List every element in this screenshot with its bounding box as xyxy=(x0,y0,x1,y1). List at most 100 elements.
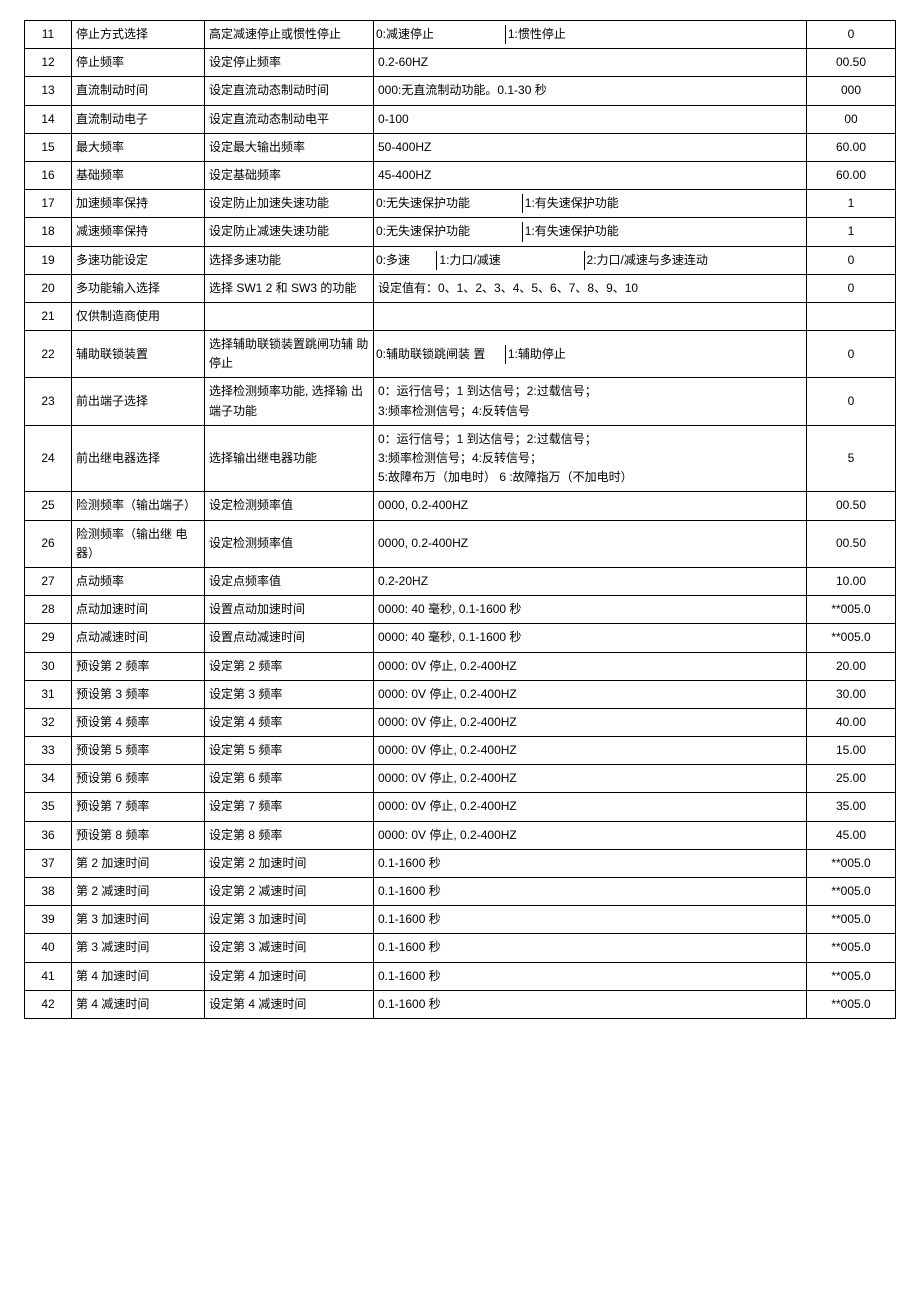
param-desc: 设定基础频率 xyxy=(205,161,374,189)
table-row: 30预设第 2 频率设定第 2 频率0000: 0V 停止, 0.2-400HZ… xyxy=(25,652,896,680)
param-range: 0：运行信号；1 到达信号；2:过载信号；3:频率检测信号；4:反转信号 xyxy=(374,378,807,425)
param-value: **005.0 xyxy=(807,596,896,624)
table-row: 37第 2 加速时间设定第 2 加速时间0.1-1600 秒**005.0 xyxy=(25,849,896,877)
table-row: 31预设第 3 频率设定第 3 频率0000: 0V 停止, 0.2-400HZ… xyxy=(25,680,896,708)
param-number: 22 xyxy=(25,331,72,378)
param-name: 直流制动时间 xyxy=(72,77,205,105)
table-row: 21仅供制造商使用 xyxy=(25,302,896,330)
param-name: 预设第 8 频率 xyxy=(72,821,205,849)
table-row: 16基础频率设定基础频率45-400HZ60.00 xyxy=(25,161,896,189)
param-range: 0:无失速保护功能1:有失速保护功能 xyxy=(374,218,807,246)
param-range xyxy=(374,302,807,330)
param-range: 45-400HZ xyxy=(374,161,807,189)
param-name: 前出继电器选择 xyxy=(72,425,205,492)
param-number: 42 xyxy=(25,990,72,1018)
param-name: 点动频率 xyxy=(72,567,205,595)
param-desc: 选择辅助联锁装置跳闸功辅 助停止 xyxy=(205,331,374,378)
table-row: 36预设第 8 频率设定第 8 频率0000: 0V 停止, 0.2-400HZ… xyxy=(25,821,896,849)
param-number: 20 xyxy=(25,274,72,302)
param-range-option: 2:力口/减速与多速连动 xyxy=(584,251,806,270)
param-name: 直流制动电子 xyxy=(72,105,205,133)
param-range: 0.2-20HZ xyxy=(374,567,807,595)
param-value: 20.00 xyxy=(807,652,896,680)
param-range-option: 1:惯性停止 xyxy=(505,25,806,44)
param-range: 0000: 0V 停止, 0.2-400HZ xyxy=(374,821,807,849)
param-name: 预设第 6 频率 xyxy=(72,765,205,793)
param-name: 险测频率（输出端子） xyxy=(72,492,205,520)
param-range: 0000: 40 毫秒, 0.1-1600 秒 xyxy=(374,596,807,624)
param-desc: 设定第 3 减速时间 xyxy=(205,934,374,962)
param-name: 第 2 加速时间 xyxy=(72,849,205,877)
param-range: 0000: 0V 停止, 0.2-400HZ xyxy=(374,680,807,708)
param-name: 预设第 4 频率 xyxy=(72,708,205,736)
param-value: **005.0 xyxy=(807,962,896,990)
table-row: 13直流制动时间设定直流动态制动时间000:无直流制动功能。0.1-30 秒00… xyxy=(25,77,896,105)
param-name: 加速频率保持 xyxy=(72,190,205,218)
table-row: 18减速频率保持设定防止减速失速功能0:无失速保护功能1:有失速保护功能1 xyxy=(25,218,896,246)
param-name: 预设第 7 频率 xyxy=(72,793,205,821)
param-name: 前出端子选择 xyxy=(72,378,205,425)
param-desc: 设定第 2 减速时间 xyxy=(205,878,374,906)
param-value xyxy=(807,302,896,330)
param-range: 0000: 0V 停止, 0.2-400HZ xyxy=(374,765,807,793)
param-range: 50-400HZ xyxy=(374,133,807,161)
param-value: **005.0 xyxy=(807,990,896,1018)
param-name: 多速功能设定 xyxy=(72,246,205,274)
param-range: 0.1-1600 秒 xyxy=(374,878,807,906)
table-row: 22辅助联锁装置选择辅助联锁装置跳闸功辅 助停止0:辅助联锁跳闸装 置1:辅助停… xyxy=(25,331,896,378)
table-row: 25险测频率（输出端子）设定检测频率值0000, 0.2-400HZ00.50 xyxy=(25,492,896,520)
param-number: 38 xyxy=(25,878,72,906)
param-number: 34 xyxy=(25,765,72,793)
param-range-option: 1:力口/减速 xyxy=(437,251,584,270)
param-range-option: 0:无失速保护功能 xyxy=(374,222,522,241)
param-desc: 设定防止减速失速功能 xyxy=(205,218,374,246)
param-range-option: 1:辅助停止 xyxy=(505,345,806,364)
param-number: 40 xyxy=(25,934,72,962)
param-range: 0000, 0.2-400HZ xyxy=(374,492,807,520)
param-desc: 设定第 2 频率 xyxy=(205,652,374,680)
param-range-option: 0:减速停止 xyxy=(374,25,505,44)
param-value: 10.00 xyxy=(807,567,896,595)
param-range-option: 0:多速 xyxy=(374,251,437,270)
param-range: 0：运行信号；1 到达信号；2:过载信号；3:频率检测信号；4:反转信号；5:故… xyxy=(374,425,807,492)
param-range: 0:多速1:力口/减速2:力口/减速与多速连动 xyxy=(374,246,807,274)
param-value: **005.0 xyxy=(807,878,896,906)
param-desc: 设定第 7 频率 xyxy=(205,793,374,821)
param-value: 40.00 xyxy=(807,708,896,736)
table-row: 28点动加速时间设置点动加速时间0000: 40 毫秒, 0.1-1600 秒*… xyxy=(25,596,896,624)
table-row: 12停止频率设定停止频率0.2-60HZ00.50 xyxy=(25,49,896,77)
param-number: 29 xyxy=(25,624,72,652)
param-value: 0 xyxy=(807,331,896,378)
table-row: 15最大频率设定最大输出频率50-400HZ60.00 xyxy=(25,133,896,161)
param-desc: 选择输出继电器功能 xyxy=(205,425,374,492)
table-row: 41第 4 加速时间设定第 4 加速时间0.1-1600 秒**005.0 xyxy=(25,962,896,990)
param-value: 0 xyxy=(807,378,896,425)
param-value: 45.00 xyxy=(807,821,896,849)
param-name: 第 3 减速时间 xyxy=(72,934,205,962)
param-range: 0000: 0V 停止, 0.2-400HZ xyxy=(374,652,807,680)
param-value: 1 xyxy=(807,190,896,218)
table-row: 24前出继电器选择选择输出继电器功能0：运行信号；1 到达信号；2:过载信号；3… xyxy=(25,425,896,492)
param-desc: 设定停止频率 xyxy=(205,49,374,77)
param-value: 15.00 xyxy=(807,737,896,765)
param-name: 险测频率（输出继 电器） xyxy=(72,520,205,567)
param-desc: 设置点动加速时间 xyxy=(205,596,374,624)
param-value: **005.0 xyxy=(807,849,896,877)
param-number: 30 xyxy=(25,652,72,680)
param-number: 12 xyxy=(25,49,72,77)
param-number: 11 xyxy=(25,21,72,49)
param-range: 0.1-1600 秒 xyxy=(374,849,807,877)
param-value: 00.50 xyxy=(807,520,896,567)
param-number: 24 xyxy=(25,425,72,492)
param-number: 27 xyxy=(25,567,72,595)
param-desc: 设定第 4 频率 xyxy=(205,708,374,736)
param-number: 25 xyxy=(25,492,72,520)
param-number: 17 xyxy=(25,190,72,218)
table-row: 17加速频率保持设定防止加速失速功能0:无失速保护功能1:有失速保护功能1 xyxy=(25,190,896,218)
param-value: 1 xyxy=(807,218,896,246)
param-range: 0000: 0V 停止, 0.2-400HZ xyxy=(374,708,807,736)
param-name: 第 2 减速时间 xyxy=(72,878,205,906)
param-number: 32 xyxy=(25,708,72,736)
param-desc: 设定第 3 加速时间 xyxy=(205,906,374,934)
param-number: 37 xyxy=(25,849,72,877)
